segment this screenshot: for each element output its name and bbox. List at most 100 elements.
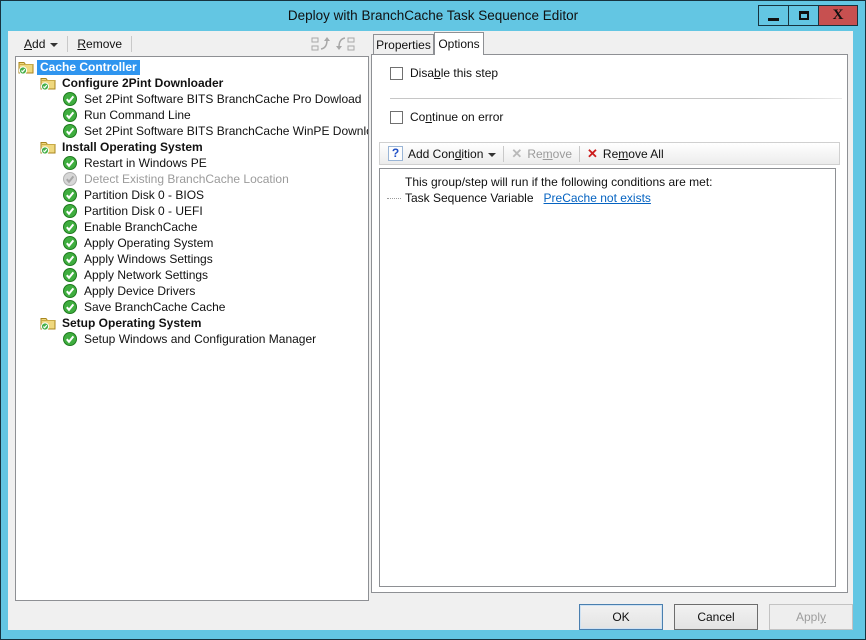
tree-item-label: Install Operating System bbox=[59, 140, 206, 155]
continue-on-error-label: Continue on error bbox=[410, 110, 503, 124]
minimize-button[interactable] bbox=[758, 5, 789, 26]
add-label: A bbox=[24, 37, 32, 51]
maximize-button[interactable] bbox=[788, 5, 819, 26]
add-condition-label: Add Condition bbox=[408, 147, 483, 161]
sequence-toolbar: Add Remove bbox=[8, 31, 364, 56]
x-red-icon: ✕ bbox=[587, 146, 598, 162]
tree-item-label: Restart in Windows PE bbox=[81, 156, 210, 171]
toolbar-separator bbox=[579, 146, 580, 162]
close-icon: X bbox=[833, 8, 844, 23]
condition-list[interactable]: This group/step will run if the followin… bbox=[379, 168, 836, 587]
tree-item[interactable]: Restart in Windows PE bbox=[16, 155, 368, 171]
question-icon: ? bbox=[388, 146, 403, 161]
folder-check-icon bbox=[40, 315, 56, 331]
tree-connector bbox=[387, 198, 401, 199]
tree-item[interactable]: Configure 2Pint Downloader bbox=[16, 75, 368, 91]
condition-item[interactable]: Task Sequence Variable PreCache not exis… bbox=[387, 190, 835, 206]
tree-item[interactable]: Setup Windows and Configuration Manager bbox=[16, 331, 368, 347]
step-ok-icon bbox=[62, 283, 78, 299]
step-ok-icon bbox=[62, 123, 78, 139]
tree-item[interactable]: Install Operating System bbox=[16, 139, 368, 155]
tree-item-label: Apply Network Settings bbox=[81, 268, 211, 283]
remove-all-label: Remove All bbox=[603, 147, 664, 161]
chevron-down-icon bbox=[488, 153, 496, 157]
tree-item[interactable]: Partition Disk 0 - UEFI bbox=[16, 203, 368, 219]
tree-item[interactable]: Set 2Pint Software BITS BranchCache Pro … bbox=[16, 91, 368, 107]
step-ok-icon bbox=[62, 107, 78, 123]
remove-condition-button[interactable]: ✕ Remove bbox=[507, 145, 576, 163]
continue-on-error-checkbox[interactable] bbox=[390, 111, 403, 124]
tree-item[interactable]: Save BranchCache Cache bbox=[16, 299, 368, 315]
tree-item-label: Apply Windows Settings bbox=[81, 252, 216, 267]
step-disabled-icon bbox=[62, 171, 78, 187]
tree-item[interactable]: Run Command Line bbox=[16, 107, 368, 123]
ok-button[interactable]: OK bbox=[579, 604, 663, 630]
step-ok-icon bbox=[62, 235, 78, 251]
window-title: Deploy with BranchCache Task Sequence Ed… bbox=[1, 1, 865, 31]
folder-check-icon bbox=[40, 75, 56, 91]
tree-item[interactable]: Apply Operating System bbox=[16, 235, 368, 251]
step-ok-icon bbox=[62, 331, 78, 347]
condition-list-header: This group/step will run if the followin… bbox=[405, 174, 835, 190]
disable-step-checkbox[interactable] bbox=[390, 67, 403, 80]
step-ok-icon bbox=[62, 251, 78, 267]
tree-item-label: Set 2Pint Software BITS BranchCache WinP… bbox=[81, 124, 369, 139]
tree-item[interactable]: Setup Operating System bbox=[16, 315, 368, 331]
tree-item[interactable]: Enable BranchCache bbox=[16, 219, 368, 235]
apply-button[interactable]: Apply bbox=[769, 604, 853, 630]
step-ok-icon bbox=[62, 91, 78, 107]
disable-step-label: Disable this step bbox=[410, 66, 498, 80]
task-sequence-editor-window: Deploy with BranchCache Task Sequence Ed… bbox=[0, 0, 866, 640]
step-ok-icon bbox=[62, 299, 78, 315]
folder-check-icon bbox=[40, 139, 56, 155]
tree-item[interactable]: Partition Disk 0 - BIOS bbox=[16, 187, 368, 203]
tab-options[interactable]: Options bbox=[434, 32, 484, 55]
tree-item[interactable]: Cache Controller bbox=[16, 59, 368, 75]
add-condition-button[interactable]: ? Add Condition bbox=[384, 145, 500, 162]
condition-value-link[interactable]: PreCache not exists bbox=[544, 191, 651, 205]
tree-item[interactable]: Apply Network Settings bbox=[16, 267, 368, 283]
close-button[interactable]: X bbox=[818, 5, 858, 26]
tree-item-label: Save BranchCache Cache bbox=[81, 300, 228, 315]
move-up-icon[interactable] bbox=[309, 34, 331, 54]
cancel-button[interactable]: Cancel bbox=[674, 604, 758, 630]
folder-check-icon bbox=[18, 59, 34, 75]
maximize-icon bbox=[799, 11, 809, 20]
toolbar-separator bbox=[67, 36, 68, 52]
x-gray-icon: ✕ bbox=[511, 146, 522, 162]
step-ok-icon bbox=[62, 267, 78, 283]
tree-item-label: Detect Existing BranchCache Location bbox=[81, 172, 292, 187]
options-panel: Disable this step Continue on error ? Ad… bbox=[371, 54, 848, 593]
tree-item-label: Partition Disk 0 - BIOS bbox=[81, 188, 207, 203]
remove-all-conditions-button[interactable]: ✕ Remove All bbox=[583, 145, 668, 163]
add-button[interactable]: Add bbox=[18, 35, 64, 53]
tree-item[interactable]: Detect Existing BranchCache Location bbox=[16, 171, 368, 187]
tree-item[interactable]: Set 2Pint Software BITS BranchCache WinP… bbox=[16, 123, 368, 139]
step-ok-icon bbox=[62, 203, 78, 219]
tree-item-label: Cache Controller bbox=[37, 60, 140, 75]
task-sequence-tree[interactable]: Cache ControllerConfigure 2Pint Download… bbox=[15, 56, 369, 601]
condition-toolbar: ? Add Condition ✕ Remove ✕ bbox=[379, 142, 840, 165]
tab-properties[interactable]: Properties bbox=[373, 34, 434, 55]
tree-item-label: Enable BranchCache bbox=[81, 220, 200, 235]
tree-item-label: Set 2Pint Software BITS BranchCache Pro … bbox=[81, 92, 364, 107]
tree-item-label: Apply Operating System bbox=[81, 236, 216, 251]
divider bbox=[390, 98, 842, 99]
titlebar: Deploy with BranchCache Task Sequence Ed… bbox=[1, 1, 865, 31]
tree-item-label: Configure 2Pint Downloader bbox=[59, 76, 226, 91]
tree-item[interactable]: Apply Windows Settings bbox=[16, 251, 368, 267]
toolbar-separator bbox=[503, 146, 504, 162]
remove-button[interactable]: Remove bbox=[71, 35, 128, 53]
move-down-icon[interactable] bbox=[335, 34, 357, 54]
tree-item-label: Setup Operating System bbox=[59, 316, 204, 331]
tree-item-label: Run Command Line bbox=[81, 108, 194, 123]
minimize-icon bbox=[768, 18, 779, 21]
remove-condition-label: Remove bbox=[527, 147, 572, 161]
remove-label: R bbox=[77, 37, 86, 51]
chevron-down-icon bbox=[50, 43, 58, 47]
tree-item[interactable]: Apply Device Drivers bbox=[16, 283, 368, 299]
dialog-content: Add Remove bbox=[8, 31, 853, 630]
tree-item-label: Partition Disk 0 - UEFI bbox=[81, 204, 206, 219]
toolbar-separator bbox=[131, 36, 132, 52]
condition-type-label: Task Sequence Variable bbox=[405, 191, 534, 205]
